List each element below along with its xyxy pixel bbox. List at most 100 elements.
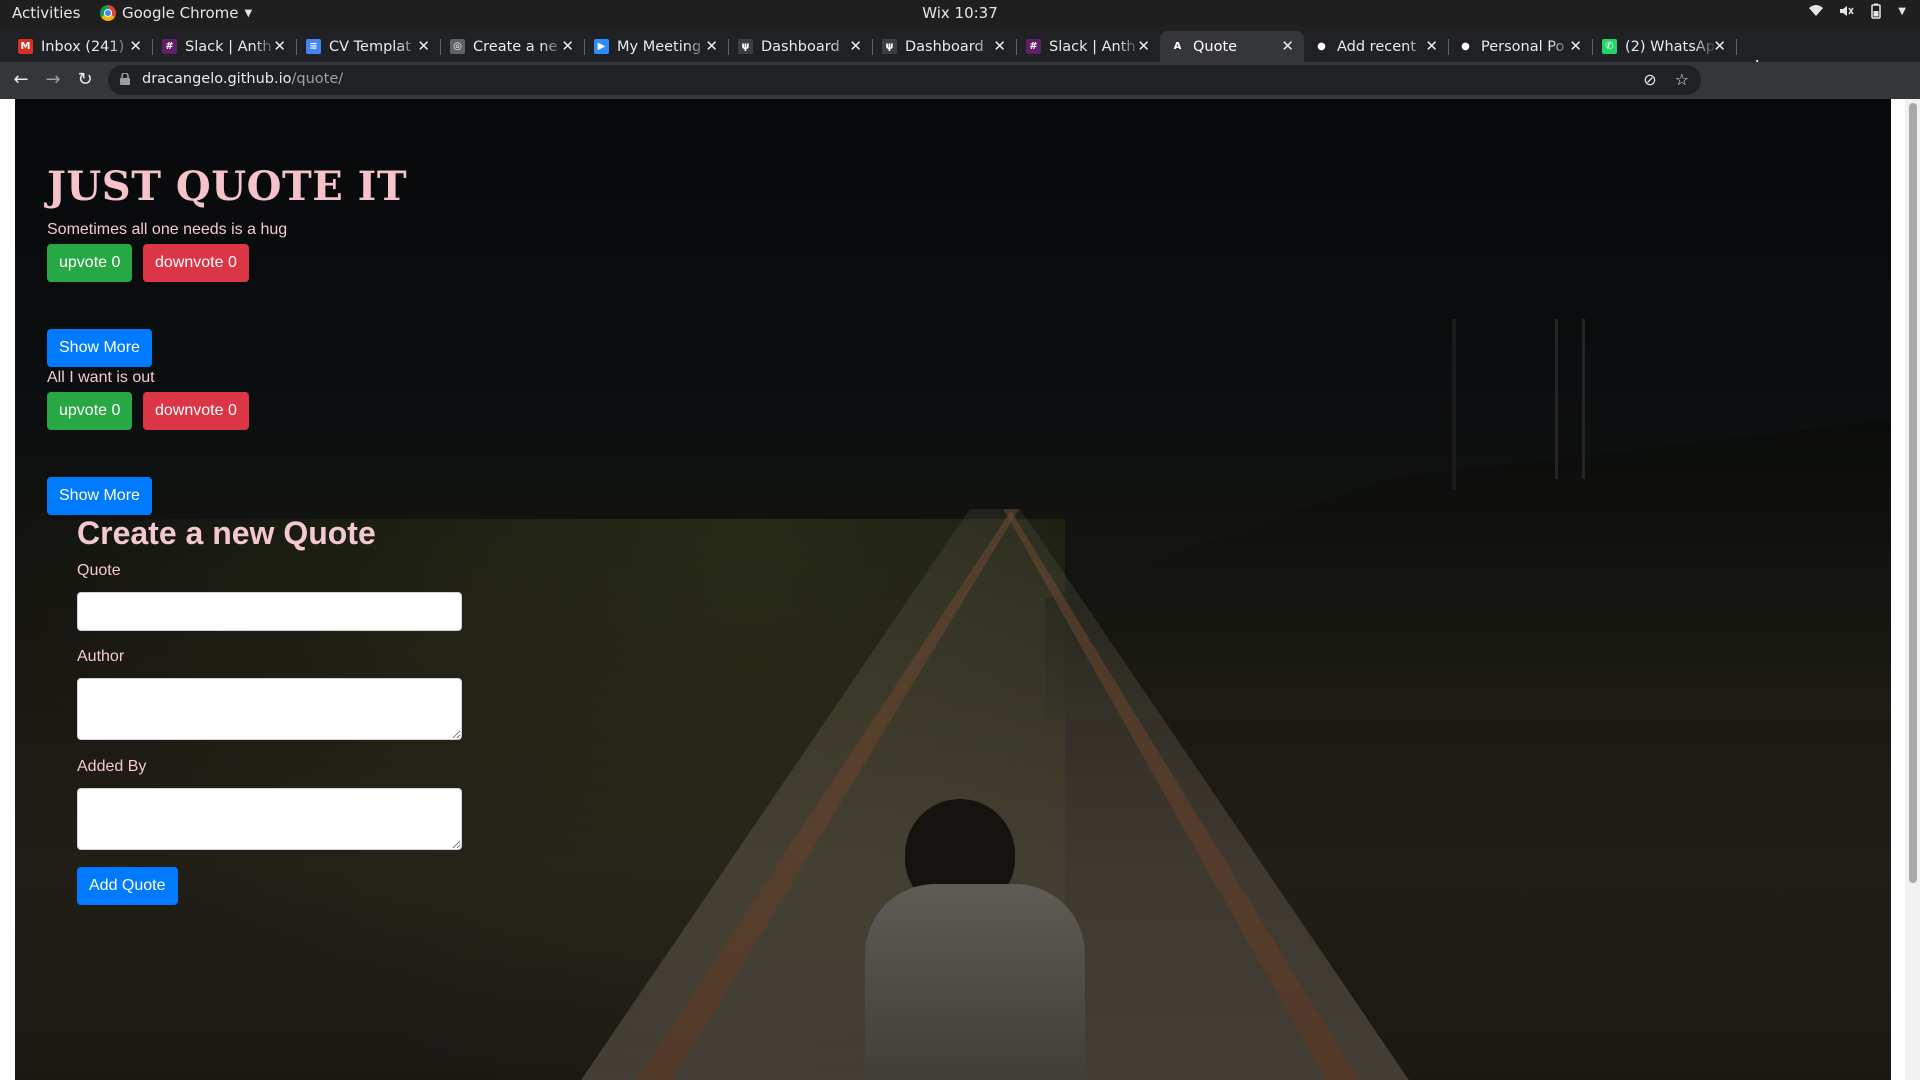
back-icon[interactable]: ← <box>9 68 33 92</box>
page-scrollbar[interactable] <box>1905 99 1920 1080</box>
page-viewport: JUST QUOTE IT Sometimes all one needs is… <box>0 99 1920 1080</box>
tab-strip: M Inbox (241) ✕ # Slack | Anth ✕ ≡ CV Templat ✕ ◎… <box>0 27 1920 80</box>
caret-down-icon: ▼ <box>244 7 253 19</box>
background-rail <box>630 509 1019 1080</box>
browser-tab[interactable]: ▶ My Meeting ✕ <box>584 31 729 62</box>
volume-muted-icon <box>1840 6 1854 16</box>
tab-close-icon[interactable]: ✕ <box>1425 37 1438 55</box>
globe-icon: ◎ <box>450 39 465 54</box>
tab-title: Dashboard <box>905 38 984 55</box>
browser-tab[interactable]: ψ Dashboard ✕ <box>872 31 1017 62</box>
bookmark-star-icon[interactable]: ☆ <box>1675 70 1689 89</box>
browser-tab[interactable]: M Inbox (241) ✕ <box>8 31 153 62</box>
browser-tab[interactable]: ≡ CV Templat ✕ <box>296 31 441 62</box>
upvote-button[interactable]: upvote 0 <box>47 244 133 282</box>
gmail-icon: M <box>18 39 33 54</box>
upvote-button[interactable]: upvote 0 <box>47 392 133 430</box>
translate-icon[interactable]: ⊘ <box>1643 70 1656 89</box>
forward-icon[interactable]: → <box>41 68 65 92</box>
browser-tab[interactable]: ● Add recent ✕ <box>1304 31 1449 62</box>
background-hill <box>1045 419 1891 719</box>
person-head <box>905 799 1015 909</box>
tab-title: CV Templat <box>329 38 411 55</box>
palm-icon: ψ <box>738 39 753 54</box>
background-signal-post <box>1555 319 1585 479</box>
address-bar[interactable]: dracangelo.github.io/quote/ ⊘ ☆ <box>108 65 1701 95</box>
tab-title: Quote <box>1193 38 1238 55</box>
url-text: dracangelo.github.io/quote/ <box>142 71 343 87</box>
background-gravel <box>575 509 1415 1080</box>
tab-close-icon[interactable]: ✕ <box>705 37 718 55</box>
tab-title: Create a ne <box>473 38 558 55</box>
browser-tab[interactable]: # Slack | Anth ✕ <box>152 31 297 62</box>
show-more-button[interactable]: Show More <box>47 477 152 515</box>
zoom-icon: ▶ <box>594 39 609 54</box>
slack-icon: # <box>1026 39 1041 54</box>
wifi-icon <box>1809 5 1824 16</box>
add-quote-button[interactable]: Add Quote <box>77 867 178 905</box>
browser-tab[interactable]: A Quote ✕ <box>1160 31 1304 62</box>
tab-close-icon[interactable]: ✕ <box>417 37 430 55</box>
chrome-icon <box>100 5 116 21</box>
url-host: dracangelo.github.io <box>142 71 292 87</box>
browser-tab[interactable]: ◎ Create a ne ✕ <box>440 31 585 62</box>
reload-icon[interactable]: ↻ <box>73 68 97 92</box>
quote-app-page: JUST QUOTE IT Sometimes all one needs is… <box>15 99 1891 1080</box>
added-by-textarea[interactable] <box>77 788 462 850</box>
browser-tab[interactable]: ψ Dashboard ✕ <box>728 31 873 62</box>
angular-a-icon: A <box>1170 39 1185 54</box>
docs-icon: ≡ <box>306 39 321 54</box>
tab-title: Personal Po <box>1481 38 1565 55</box>
tab-close-icon[interactable]: ✕ <box>1569 37 1582 55</box>
tab-close-icon[interactable]: ✕ <box>849 37 862 55</box>
system-tray[interactable]: ▼ <box>1808 3 1906 19</box>
slack-icon: # <box>162 39 177 54</box>
background-rail <box>1003 509 1365 1080</box>
tab-title: My Meeting <box>617 38 702 55</box>
browser-tab[interactable]: ● Personal Po ✕ <box>1448 31 1593 62</box>
form-title: Create a new Quote <box>77 515 376 551</box>
lock-icon <box>120 73 130 85</box>
tab-close-icon[interactable]: ✕ <box>273 37 286 55</box>
tab-close-icon[interactable]: ✕ <box>129 37 142 55</box>
person-body <box>865 884 1085 1080</box>
github-icon: ● <box>1458 39 1473 54</box>
quote-input[interactable] <box>77 592 462 631</box>
tab-title: Dashboard <box>761 38 840 55</box>
quote-text: Sometimes all one needs is a hug <box>47 221 288 238</box>
browser-toolbar: ← → ↻ dracangelo.github.io/quote/ ⊘ ☆ S … <box>0 62 1920 152</box>
tab-close-icon[interactable]: ✕ <box>1137 37 1150 55</box>
downvote-button[interactable]: downvote 0 <box>143 244 249 282</box>
palm-icon: ψ <box>882 39 897 54</box>
tab-close-icon[interactable]: ✕ <box>993 37 1006 55</box>
app-name: Google Chrome <box>122 4 239 22</box>
tab-title: Slack | Anth <box>1049 38 1136 55</box>
added-by-field-label: Added By <box>77 758 147 775</box>
activities-button[interactable]: Activities <box>12 4 80 22</box>
tab-close-icon[interactable]: ✕ <box>561 37 574 55</box>
quote-field-label: Quote <box>77 562 121 579</box>
tab-close-icon[interactable]: ✕ <box>1713 37 1726 55</box>
background-pole <box>1452 319 1456 489</box>
background-person <box>845 799 1105 1080</box>
tab-title: (2) WhatsAp <box>1625 38 1715 55</box>
browser-tab[interactable]: # Slack | Anth ✕ <box>1016 31 1161 62</box>
scrollbar-thumb[interactable] <box>1909 103 1917 883</box>
os-top-bar: Activities Google Chrome ▼ Wix 10:37 ▼ <box>0 0 1920 27</box>
battery-icon <box>1871 3 1882 19</box>
tab-separator <box>1736 39 1737 55</box>
app-menu[interactable]: Google Chrome ▼ <box>100 4 252 22</box>
url-path: /quote/ <box>291 71 344 87</box>
clock[interactable]: Wix 10:37 <box>0 4 1920 22</box>
author-field-label: Author <box>77 648 125 665</box>
quote-text: All I want is out <box>47 369 155 386</box>
github-icon: ● <box>1314 39 1329 54</box>
tab-title: Slack | Anth <box>185 38 272 55</box>
show-more-button[interactable]: Show More <box>47 329 152 367</box>
author-textarea[interactable] <box>77 678 462 740</box>
downvote-button[interactable]: downvote 0 <box>143 392 249 430</box>
tab-title: Inbox (241) <box>41 38 125 55</box>
tab-close-icon[interactable]: ✕ <box>1281 37 1294 55</box>
browser-tab[interactable]: ✆ (2) WhatsAp ✕ <box>1592 31 1737 62</box>
whatsapp-icon: ✆ <box>1602 39 1617 54</box>
